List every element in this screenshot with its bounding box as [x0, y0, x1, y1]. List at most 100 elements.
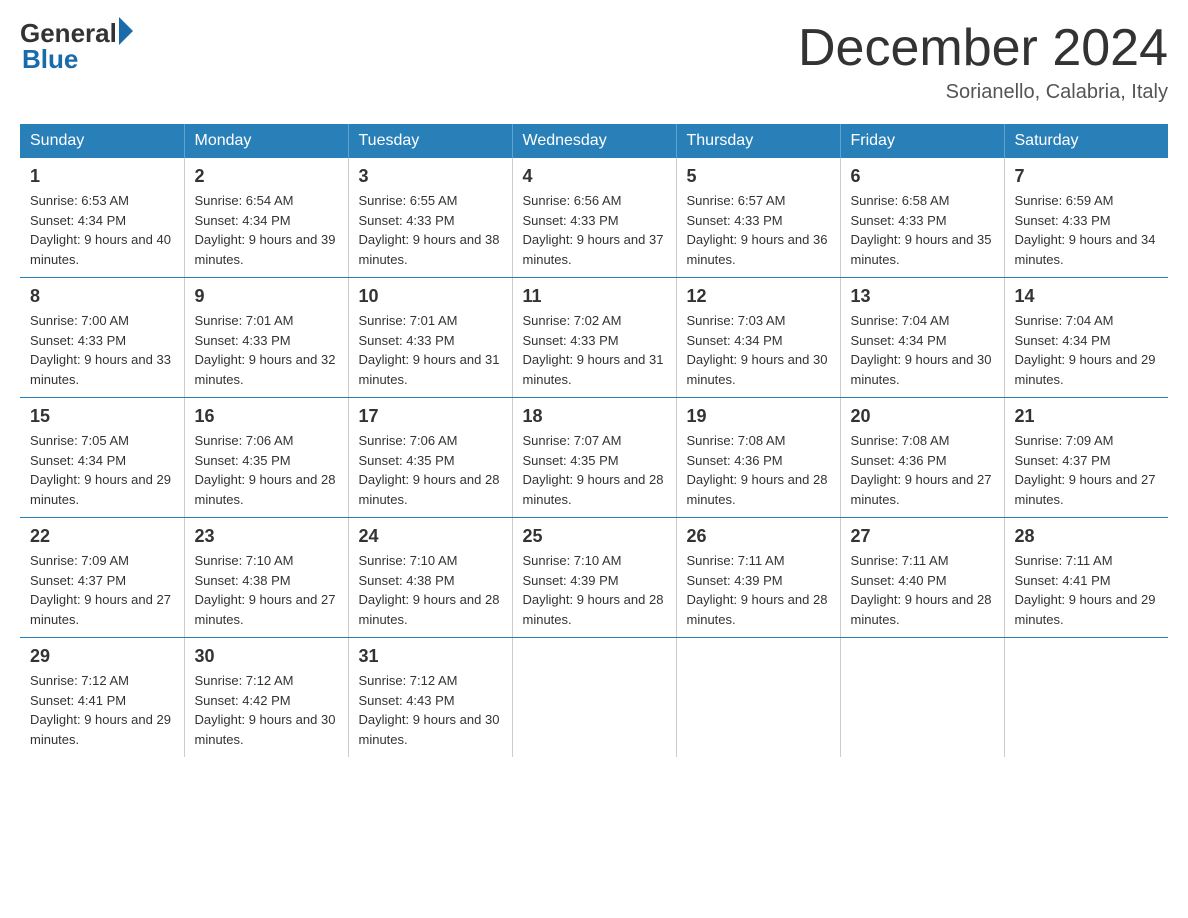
day-number: 18: [523, 406, 666, 427]
day-info: Sunrise: 7:10 AMSunset: 4:39 PMDaylight:…: [523, 551, 666, 629]
calendar-cell: 23Sunrise: 7:10 AMSunset: 4:38 PMDayligh…: [184, 518, 348, 638]
day-number: 7: [1015, 166, 1159, 187]
calendar-cell: 25Sunrise: 7:10 AMSunset: 4:39 PMDayligh…: [512, 518, 676, 638]
day-info: Sunrise: 7:00 AMSunset: 4:33 PMDaylight:…: [30, 311, 174, 389]
calendar-table: SundayMondayTuesdayWednesdayThursdayFrid…: [20, 124, 1168, 757]
column-header-saturday: Saturday: [1004, 124, 1168, 158]
day-number: 21: [1015, 406, 1159, 427]
calendar-cell: 28 Sunrise: 7:11 AMSunset: 4:41 PMDayligh…: [1004, 518, 1168, 638]
calendar-cell: 30 Sunrise: 7:12 AMSunset: 4:42 PMDayligh…: [184, 638, 348, 758]
day-number: 28: [1015, 526, 1159, 547]
calendar-cell: [1004, 638, 1168, 758]
day-number: 10: [359, 286, 502, 307]
day-number: 13: [851, 286, 994, 307]
column-header-wednesday: Wednesday: [512, 124, 676, 158]
day-info: Sunrise: 7:06 AMSunset: 4:35 PMDaylight:…: [195, 431, 338, 509]
calendar-cell: 24 Sunrise: 7:10 AMSunset: 4:38 PMDayligh…: [348, 518, 512, 638]
calendar-cell: 14 Sunrise: 7:04 AMSunset: 4:34 PMDayligh…: [1004, 278, 1168, 398]
calendar-cell: 21 Sunrise: 7:09 AMSunset: 4:37 PMDayligh…: [1004, 398, 1168, 518]
calendar-cell: 7 Sunrise: 6:59 AMSunset: 4:33 PMDaylight…: [1004, 158, 1168, 278]
calendar-cell: [676, 638, 840, 758]
month-title: December 2024: [798, 20, 1168, 77]
day-info: Sunrise: 7:09 AMSunset: 4:37 PMDaylight:…: [30, 551, 174, 629]
day-info: Sunrise: 7:08 AMSunset: 4:36 PMDaylight:…: [851, 431, 994, 509]
day-info: Sunrise: 7:01 AMSunset: 4:33 PMDaylight:…: [359, 311, 502, 389]
day-info: Sunrise: 7:09 AMSunset: 4:37 PMDaylight:…: [1015, 431, 1159, 509]
day-info: Sunrise: 7:01 AMSunset: 4:33 PMDaylight:…: [195, 311, 338, 389]
day-number: 29: [30, 646, 174, 667]
calendar-cell: 2Sunrise: 6:54 AMSunset: 4:34 PMDaylight…: [184, 158, 348, 278]
day-number: 24: [359, 526, 502, 547]
calendar-cell: 20 Sunrise: 7:08 AMSunset: 4:36 PMDayligh…: [840, 398, 1004, 518]
day-info: Sunrise: 6:56 AMSunset: 4:33 PMDaylight:…: [523, 191, 666, 269]
calendar-cell: 22 Sunrise: 7:09 AMSunset: 4:37 PMDayligh…: [20, 518, 184, 638]
day-info: Sunrise: 7:12 AMSunset: 4:41 PMDaylight:…: [30, 671, 174, 749]
calendar-week-row: 22 Sunrise: 7:09 AMSunset: 4:37 PMDayligh…: [20, 518, 1168, 638]
day-number: 8: [30, 286, 174, 307]
calendar-cell: 6 Sunrise: 6:58 AMSunset: 4:33 PMDaylight…: [840, 158, 1004, 278]
column-header-friday: Friday: [840, 124, 1004, 158]
day-info: Sunrise: 7:03 AMSunset: 4:34 PMDaylight:…: [687, 311, 830, 389]
day-number: 5: [687, 166, 830, 187]
day-info: Sunrise: 6:59 AMSunset: 4:33 PMDaylight:…: [1015, 191, 1159, 269]
day-info: Sunrise: 7:11 AMSunset: 4:41 PMDaylight:…: [1015, 551, 1159, 629]
day-number: 31: [359, 646, 502, 667]
logo-general-text: General: [20, 20, 117, 46]
day-number: 14: [1015, 286, 1159, 307]
calendar-cell: 3 Sunrise: 6:55 AMSunset: 4:33 PMDaylight…: [348, 158, 512, 278]
day-number: 26: [687, 526, 830, 547]
calendar-cell: 11Sunrise: 7:02 AMSunset: 4:33 PMDayligh…: [512, 278, 676, 398]
calendar-cell: 19 Sunrise: 7:08 AMSunset: 4:36 PMDayligh…: [676, 398, 840, 518]
column-header-thursday: Thursday: [676, 124, 840, 158]
day-number: 9: [195, 286, 338, 307]
day-info: Sunrise: 6:55 AMSunset: 4:33 PMDaylight:…: [359, 191, 502, 269]
day-info: Sunrise: 6:58 AMSunset: 4:33 PMDaylight:…: [851, 191, 994, 269]
day-number: 15: [30, 406, 174, 427]
day-info: Sunrise: 7:07 AMSunset: 4:35 PMDaylight:…: [523, 431, 666, 509]
column-header-tuesday: Tuesday: [348, 124, 512, 158]
calendar-cell: 17Sunrise: 7:06 AMSunset: 4:35 PMDayligh…: [348, 398, 512, 518]
calendar-cell: 10 Sunrise: 7:01 AMSunset: 4:33 PMDayligh…: [348, 278, 512, 398]
calendar-cell: 5 Sunrise: 6:57 AMSunset: 4:33 PMDaylight…: [676, 158, 840, 278]
day-number: 3: [359, 166, 502, 187]
calendar-cell: 16 Sunrise: 7:06 AMSunset: 4:35 PMDayligh…: [184, 398, 348, 518]
day-info: Sunrise: 7:10 AMSunset: 4:38 PMDaylight:…: [359, 551, 502, 629]
calendar-cell: 29 Sunrise: 7:12 AMSunset: 4:41 PMDayligh…: [20, 638, 184, 758]
calendar-cell: [840, 638, 1004, 758]
calendar-cell: 9 Sunrise: 7:01 AMSunset: 4:33 PMDaylight…: [184, 278, 348, 398]
day-info: Sunrise: 7:05 AMSunset: 4:34 PMDaylight:…: [30, 431, 174, 509]
day-number: 17: [359, 406, 502, 427]
logo-blue-text: Blue: [22, 46, 78, 72]
calendar-cell: 13 Sunrise: 7:04 AMSunset: 4:34 PMDayligh…: [840, 278, 1004, 398]
day-number: 30: [195, 646, 338, 667]
day-number: 6: [851, 166, 994, 187]
calendar-cell: 8 Sunrise: 7:00 AMSunset: 4:33 PMDaylight…: [20, 278, 184, 398]
day-info: Sunrise: 7:10 AMSunset: 4:38 PMDaylight:…: [195, 551, 338, 629]
calendar-cell: 27 Sunrise: 7:11 AMSunset: 4:40 PMDayligh…: [840, 518, 1004, 638]
day-info: Sunrise: 6:57 AMSunset: 4:33 PMDaylight:…: [687, 191, 830, 269]
day-info: Sunrise: 6:54 AMSunset: 4:34 PMDaylight:…: [195, 191, 338, 269]
day-number: 4: [523, 166, 666, 187]
day-number: 27: [851, 526, 994, 547]
calendar-week-row: 29 Sunrise: 7:12 AMSunset: 4:41 PMDayligh…: [20, 638, 1168, 758]
day-info: Sunrise: 7:04 AMSunset: 4:34 PMDaylight:…: [851, 311, 994, 389]
calendar-week-row: 1Sunrise: 6:53 AMSunset: 4:34 PMDaylight…: [20, 158, 1168, 278]
calendar-cell: 1Sunrise: 6:53 AMSunset: 4:34 PMDaylight…: [20, 158, 184, 278]
day-number: 20: [851, 406, 994, 427]
day-info: Sunrise: 7:11 AMSunset: 4:39 PMDaylight:…: [687, 551, 830, 629]
calendar-cell: 31Sunrise: 7:12 AMSunset: 4:43 PMDayligh…: [348, 638, 512, 758]
calendar-cell: 15 Sunrise: 7:05 AMSunset: 4:34 PMDayligh…: [20, 398, 184, 518]
day-info: Sunrise: 7:11 AMSunset: 4:40 PMDaylight:…: [851, 551, 994, 629]
day-info: Sunrise: 7:12 AMSunset: 4:42 PMDaylight:…: [195, 671, 338, 749]
day-number: 16: [195, 406, 338, 427]
calendar-cell: 18 Sunrise: 7:07 AMSunset: 4:35 PMDayligh…: [512, 398, 676, 518]
day-info: Sunrise: 7:02 AMSunset: 4:33 PMDaylight:…: [523, 311, 666, 389]
day-info: Sunrise: 7:04 AMSunset: 4:34 PMDaylight:…: [1015, 311, 1159, 389]
logo: General Blue: [20, 20, 133, 72]
title-section: December 2024 Sorianello, Calabria, Ital…: [798, 20, 1168, 104]
day-number: 22: [30, 526, 174, 547]
day-info: Sunrise: 7:08 AMSunset: 4:36 PMDaylight:…: [687, 431, 830, 509]
calendar-header-row: SundayMondayTuesdayWednesdayThursdayFrid…: [20, 124, 1168, 158]
day-number: 19: [687, 406, 830, 427]
calendar-cell: 4 Sunrise: 6:56 AMSunset: 4:33 PMDaylight…: [512, 158, 676, 278]
